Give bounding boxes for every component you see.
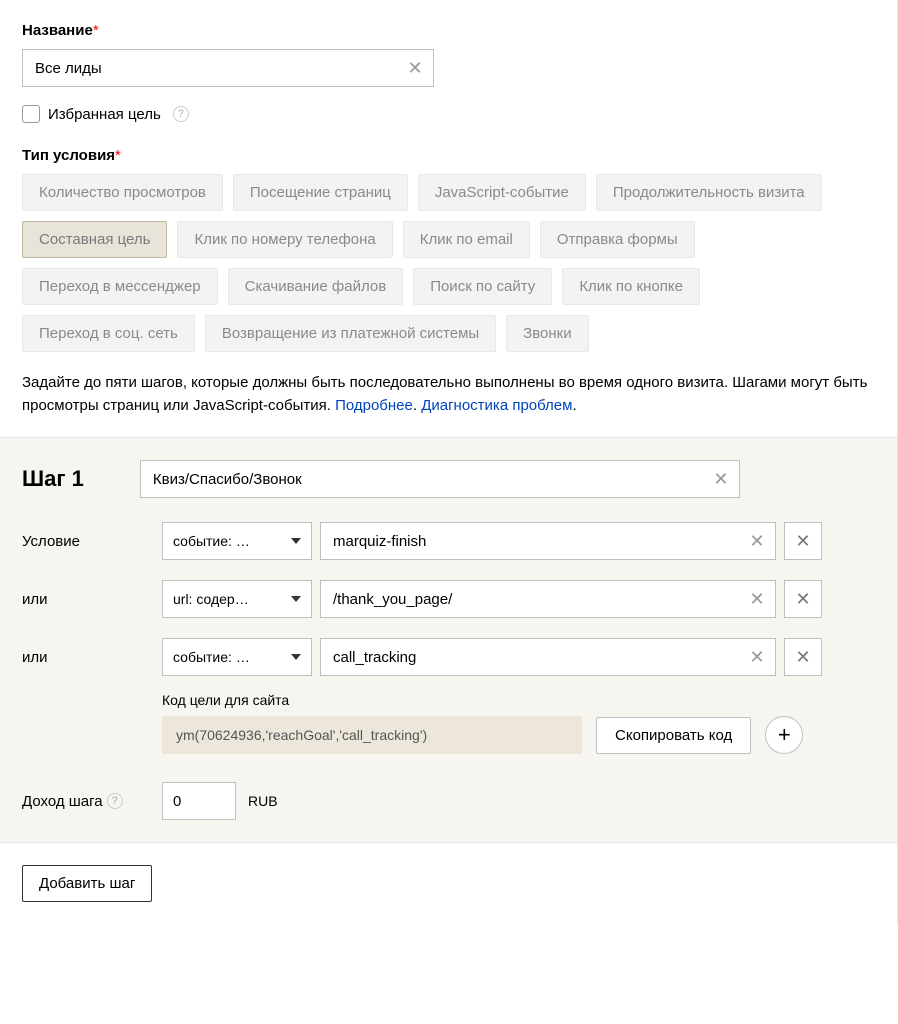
chip-composite[interactable]: Составная цель <box>22 221 167 258</box>
condition-type-select[interactable]: событие: … <box>162 522 312 560</box>
chevron-down-icon <box>291 538 301 544</box>
name-label: Название <box>22 22 93 39</box>
condition-type-select[interactable]: url: содер… <box>162 580 312 618</box>
clear-icon[interactable]: ✕ <box>747 647 767 667</box>
condition-type-label: Тип условия <box>22 147 115 164</box>
condition-value-input[interactable] <box>333 649 741 666</box>
chevron-down-icon <box>291 596 301 602</box>
chip-file-download[interactable]: Скачивание файлов <box>228 268 404 305</box>
chip-form-submit[interactable]: Отправка формы <box>540 221 695 258</box>
chip-button-click[interactable]: Клик по кнопке <box>562 268 700 305</box>
currency-label: RUB <box>248 793 278 809</box>
chip-social[interactable]: Переход в соц. сеть <box>22 315 195 352</box>
name-input[interactable] <box>35 60 399 77</box>
income-input[interactable] <box>162 782 236 820</box>
condition-value-wrapper[interactable]: ✕ <box>320 638 776 676</box>
favorite-label: Избранная цель <box>48 106 161 123</box>
clear-icon[interactable]: ✕ <box>747 531 767 551</box>
add-step-button[interactable]: Добавить шаг <box>22 865 152 902</box>
chip-payment-return[interactable]: Возвращение из платежной системы <box>205 315 496 352</box>
chip-views[interactable]: Количество просмотров <box>22 174 223 211</box>
chip-email-click[interactable]: Клик по email <box>403 221 530 258</box>
help-icon[interactable]: ? <box>173 106 189 122</box>
step-block: Шаг 1 ✕ Условие событие: … ✕ ✕ или url: … <box>0 437 897 843</box>
chip-pages[interactable]: Посещение страниц <box>233 174 408 211</box>
condition-type-select[interactable]: событие: … <box>162 638 312 676</box>
clear-icon[interactable]: ✕ <box>405 58 425 78</box>
chip-messenger[interactable]: Переход в мессенджер <box>22 268 218 305</box>
remove-condition-button[interactable]: ✕ <box>784 522 822 560</box>
step-title: Шаг 1 <box>22 466 84 492</box>
add-condition-button[interactable]: + <box>765 716 803 754</box>
goal-code-box: ym(70624936,'reachGoal','call_tracking') <box>162 716 582 754</box>
condition-type-chips: Количество просмотров Посещение страниц … <box>22 174 875 352</box>
remove-condition-button[interactable]: ✕ <box>784 580 822 618</box>
condition-value-input[interactable] <box>333 533 741 550</box>
description: Задайте до пяти шагов, которые должны бы… <box>22 372 875 417</box>
chip-site-search[interactable]: Поиск по сайту <box>413 268 552 305</box>
remove-condition-button[interactable]: ✕ <box>784 638 822 676</box>
income-label: Доход шага <box>22 793 103 810</box>
chip-js-event[interactable]: JavaScript-событие <box>418 174 586 211</box>
help-icon[interactable]: ? <box>107 793 123 809</box>
copy-code-button[interactable]: Скопировать код <box>596 717 751 754</box>
condition-label: Условие <box>22 533 162 550</box>
chip-phone-click[interactable]: Клик по номеру телефона <box>177 221 392 258</box>
favorite-checkbox[interactable] <box>22 105 40 123</box>
goal-code-label: Код цели для сайта <box>162 692 875 708</box>
diagnostics-link[interactable]: Диагностика проблем <box>421 397 572 414</box>
clear-icon[interactable]: ✕ <box>747 589 767 609</box>
condition-value-wrapper[interactable]: ✕ <box>320 522 776 560</box>
clear-icon[interactable]: ✕ <box>711 469 731 489</box>
or-label: или <box>22 591 162 608</box>
name-input-wrapper[interactable]: ✕ <box>22 49 434 87</box>
learn-more-link[interactable]: Подробнее <box>335 397 413 414</box>
chip-visit-duration[interactable]: Продолжительность визита <box>596 174 822 211</box>
condition-value-wrapper[interactable]: ✕ <box>320 580 776 618</box>
condition-value-input[interactable] <box>333 591 741 608</box>
step-name-input[interactable] <box>153 471 705 488</box>
chevron-down-icon <box>291 654 301 660</box>
step-name-input-wrapper[interactable]: ✕ <box>140 460 740 498</box>
or-label: или <box>22 649 162 666</box>
chip-calls[interactable]: Звонки <box>506 315 588 352</box>
